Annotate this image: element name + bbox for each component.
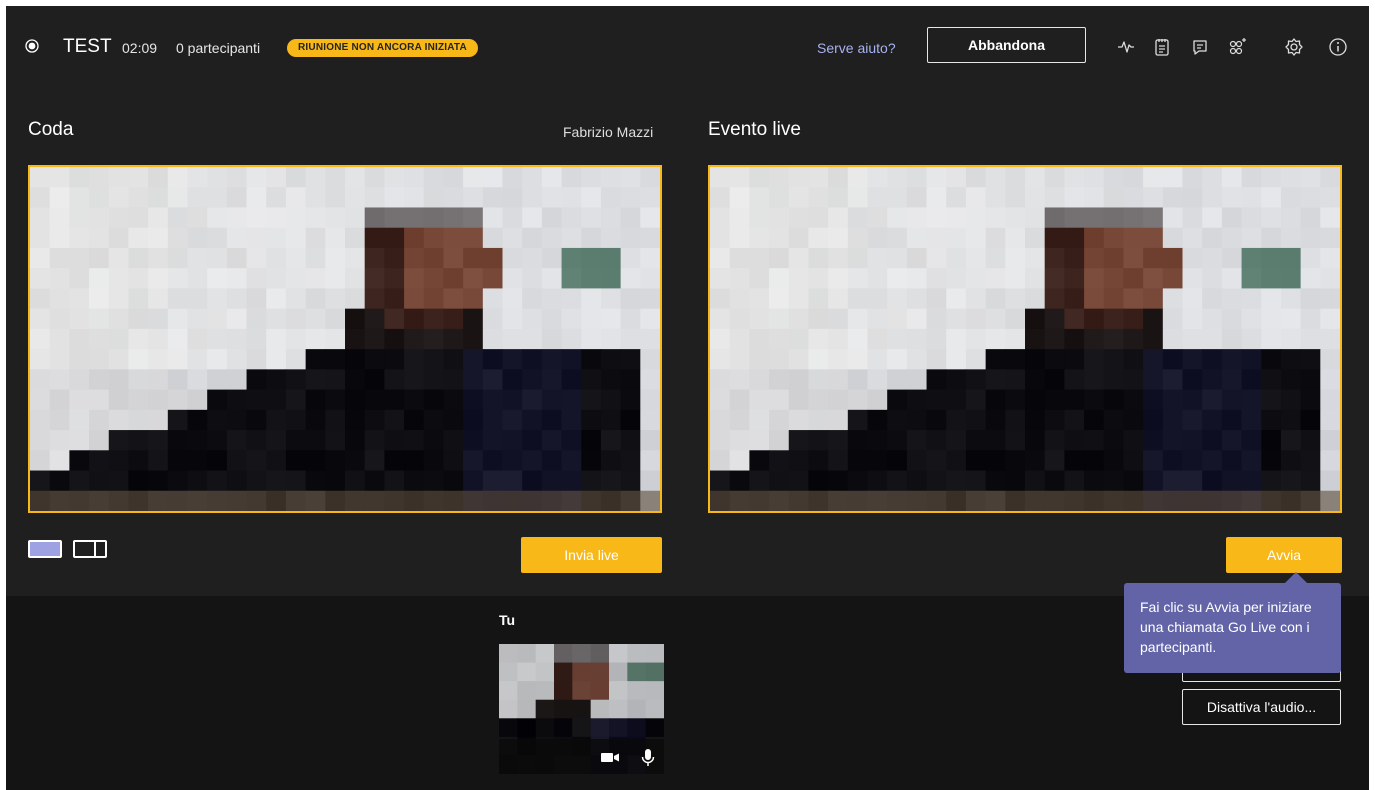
settings-icon[interactable] xyxy=(1283,36,1305,58)
start-button[interactable]: Avvia xyxy=(1226,537,1342,573)
live-video-image xyxy=(710,167,1340,511)
top-bar: TEST 02:09 0 partecipanti RIUNIONE NON A… xyxy=(6,6,1369,90)
mute-all-button[interactable]: Disattiva l'audio... xyxy=(1182,689,1341,725)
recording-status-icon xyxy=(25,39,39,53)
presenter-name: Fabrizio Mazzi xyxy=(563,124,654,140)
queue-video-image xyxy=(30,167,660,511)
live-title: Evento live xyxy=(708,119,801,140)
start-tooltip: Fai clic su Avvia per iniziare una chiam… xyxy=(1124,583,1341,673)
camera-icon[interactable] xyxy=(600,747,620,767)
participant-count: 0 partecipanti xyxy=(176,40,261,56)
chat-icon[interactable] xyxy=(1189,36,1211,58)
microphone-icon[interactable] xyxy=(638,747,658,767)
single-layout-button[interactable] xyxy=(28,540,62,558)
participants-icon[interactable] xyxy=(1225,36,1247,58)
help-link[interactable]: Serve aiuto? xyxy=(817,40,896,56)
health-icon[interactable] xyxy=(1115,36,1137,58)
queue-title: Coda xyxy=(28,119,74,140)
send-live-button[interactable]: Invia live xyxy=(521,537,662,573)
meeting-title: TEST xyxy=(63,36,112,57)
live-event-window: TEST 02:09 0 partecipanti RIUNIONE NON A… xyxy=(6,6,1369,790)
leave-button[interactable]: Abbandona xyxy=(927,27,1086,63)
split-layout-button[interactable] xyxy=(73,540,107,558)
info-icon[interactable] xyxy=(1327,36,1349,58)
meeting-notes-icon[interactable] xyxy=(1151,36,1173,58)
meeting-status-badge: RIUNIONE NON ANCORA INIZIATA xyxy=(287,39,478,57)
queue-video[interactable] xyxy=(28,165,662,513)
self-label: Tu xyxy=(499,612,516,628)
meeting-timer: 02:09 xyxy=(122,40,158,56)
tooltip-arrow xyxy=(1285,572,1307,583)
live-video[interactable] xyxy=(708,165,1342,513)
